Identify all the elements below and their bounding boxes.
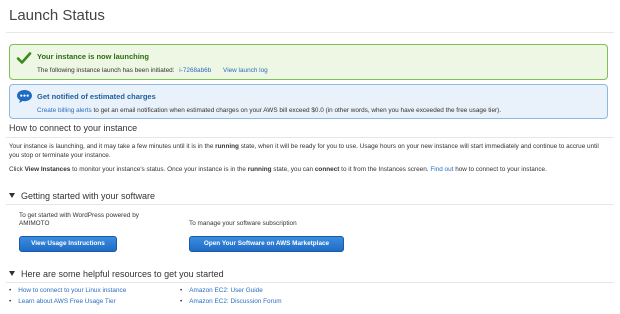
page-title: Launch Status <box>9 7 105 24</box>
para2-text-d: to it from the Instances screen. <box>339 166 431 173</box>
launch-success-alert: Your instance is now launching The follo… <box>9 44 608 80</box>
connect-paragraph-2: Click View Instances to monitor your ins… <box>9 165 609 174</box>
subscription-description: To manage your software subscription <box>189 220 297 227</box>
software-divider <box>6 204 614 205</box>
para2-bold-connect: connect <box>314 166 340 173</box>
resource-link-linux-connect[interactable]: How to connect to your Linux instance <box>9 287 126 294</box>
software-heading: Getting started with your software <box>21 191 156 201</box>
view-launch-log-link[interactable]: View launch log <box>223 67 268 74</box>
resource-link-user-guide[interactable]: Amazon EC2: User Guide <box>180 287 263 294</box>
resources-section-toggle[interactable]: Here are some helpful resources to get y… <box>9 269 224 279</box>
billing-info-alert: Get notified of estimated charges Create… <box>9 84 608 119</box>
checkmark-icon <box>16 52 32 64</box>
resource-link-free-tier[interactable]: Learn about AWS Free Usage Tier <box>9 298 115 305</box>
instance-id-link[interactable]: i-7268ab6b <box>179 67 211 74</box>
open-marketplace-button[interactable]: Open Your Software on AWS Marketplace <box>189 236 344 252</box>
para2-bold-view-instances: View Instances <box>24 166 71 173</box>
caret-down-icon <box>9 193 15 199</box>
para1-bold-running: running <box>215 143 239 150</box>
title-divider <box>6 32 614 33</box>
info-alert-text: to get an email notification when estima… <box>91 107 502 114</box>
resource-link-forum[interactable]: Amazon EC2: Discussion Forum <box>180 298 281 305</box>
view-usage-instructions-button[interactable]: View Usage Instructions <box>19 236 117 252</box>
success-alert-title: Your instance is now launching <box>37 52 149 61</box>
create-billing-alerts-link[interactable]: Create billing alerts <box>37 107 92 114</box>
success-alert-text-line: The following instance launch has been i… <box>37 67 268 74</box>
connect-paragraph-1: Your instance is launching, and it may t… <box>9 142 609 160</box>
para2-text-b: to monitor your instance's status. Once … <box>70 166 248 173</box>
info-alert-text-line: Create billing alerts to get an email no… <box>37 107 501 114</box>
para2-text-c: state, you can <box>271 166 315 173</box>
para2-text-a: Click <box>9 166 25 173</box>
info-alert-title: Get notified of estimated charges <box>37 92 156 101</box>
resources-divider <box>6 282 614 283</box>
find-out-link[interactable]: Find out <box>430 166 453 173</box>
software-section-toggle[interactable]: Getting started with your software <box>9 191 155 201</box>
caret-down-icon <box>9 271 15 277</box>
connect-divider <box>6 137 614 138</box>
success-alert-text: The following instance launch has been i… <box>37 67 175 74</box>
resources-heading: Here are some helpful resources to get y… <box>21 269 224 279</box>
speech-bubble-icon <box>17 90 32 103</box>
para2-text-e: how to connect to your instance. <box>453 166 547 173</box>
para2-bold-running: running <box>247 166 272 173</box>
connect-heading: How to connect to your instance <box>9 123 138 133</box>
wordpress-description: To get started with WordPress powered by… <box>19 212 139 227</box>
para1-text-a: Your instance is launching, and it may t… <box>9 143 216 150</box>
